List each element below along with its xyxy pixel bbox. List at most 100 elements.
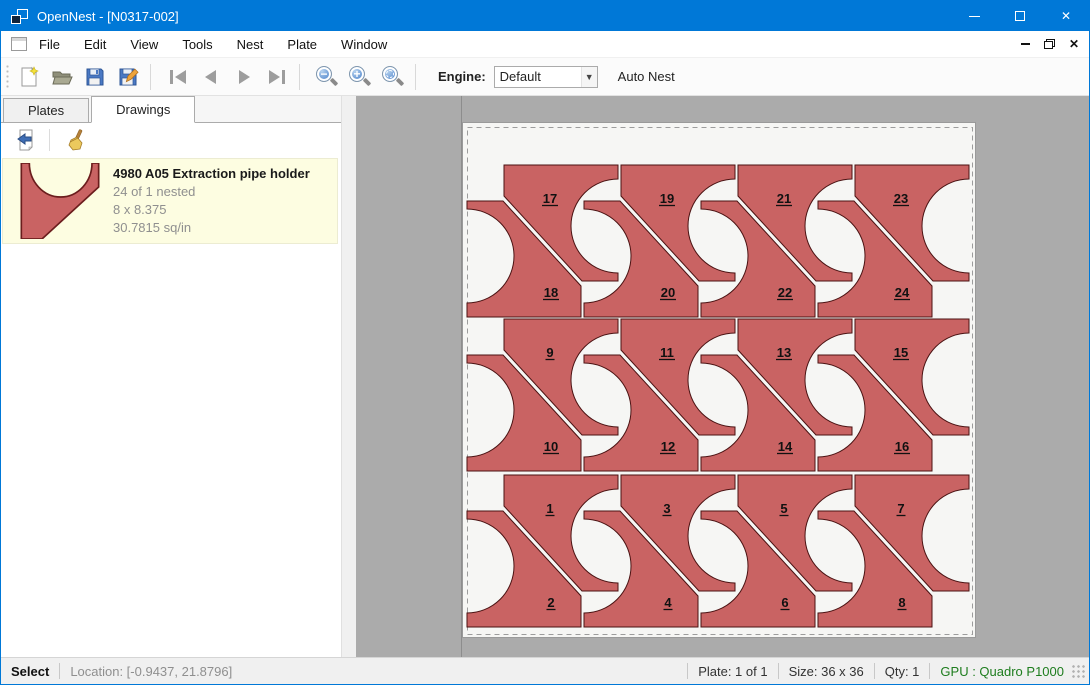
status-bar: Select Location: [-0.9437, 21.8796] Plat… xyxy=(1,657,1089,684)
zoom-in-icon: + xyxy=(348,65,372,89)
nav-first-icon xyxy=(167,66,189,88)
clean-icon xyxy=(64,129,86,151)
zoom-in-button[interactable]: + xyxy=(346,63,374,91)
status-gpu: GPU : Quadro P1000 xyxy=(940,664,1064,679)
nav-prev-button[interactable] xyxy=(197,63,225,91)
part-number-label: 5 xyxy=(780,501,787,516)
menu-bar: File Edit View Tools Nest Plate Window ✕ xyxy=(1,31,1089,58)
nav-prev-icon xyxy=(200,66,222,88)
part-number-label: 18 xyxy=(544,285,558,300)
part-number-label: 20 xyxy=(661,285,675,300)
drawing-nested-count: 24 of 1 nested xyxy=(113,184,310,199)
save-as-icon xyxy=(117,66,139,88)
engine-value: Default xyxy=(495,69,581,84)
import-drawing-button[interactable] xyxy=(13,127,39,153)
status-size: Size: 36 x 36 xyxy=(789,664,864,679)
engine-label: Engine: xyxy=(438,69,486,84)
part-number-label: 19 xyxy=(660,191,674,206)
open-file-button[interactable] xyxy=(48,63,76,91)
drawing-title: 4980 A05 Extraction pipe holder xyxy=(113,166,310,181)
clean-button[interactable] xyxy=(62,127,88,153)
plate[interactable]: 182022241719212310121416911131524681357 xyxy=(462,122,976,638)
part-number-label: 7 xyxy=(897,501,904,516)
nav-first-button[interactable] xyxy=(164,63,192,91)
tab-drawings[interactable]: Drawings xyxy=(91,96,195,123)
new-file-icon xyxy=(18,66,40,88)
part-number-label: 16 xyxy=(895,439,909,454)
nav-last-icon xyxy=(266,66,288,88)
part-number-label: 22 xyxy=(778,285,792,300)
drawing-size: 8 x 8.375 xyxy=(113,202,310,217)
zoom-out-icon: − xyxy=(315,65,339,89)
title-bar: OpenNest - [N0317-002] ✕ xyxy=(1,1,1089,31)
menu-tools[interactable]: Tools xyxy=(170,31,224,57)
part-number-label: 2 xyxy=(547,595,554,610)
menu-window[interactable]: Window xyxy=(329,31,399,57)
menu-plate[interactable]: Plate xyxy=(275,31,329,57)
part-number-label: 9 xyxy=(546,345,553,360)
engine-select[interactable]: Default ▼ xyxy=(494,66,598,88)
resize-grip[interactable] xyxy=(1072,665,1086,679)
part-number-label: 8 xyxy=(898,595,905,610)
part-number-label: 14 xyxy=(778,439,793,454)
close-button[interactable]: ✕ xyxy=(1043,1,1089,31)
part-number-label: 4 xyxy=(664,595,672,610)
menu-view[interactable]: View xyxy=(118,31,170,57)
app-mdi-icon xyxy=(11,9,28,24)
mdi-restore-icon[interactable] xyxy=(1044,39,1055,49)
zoom-fit-button[interactable] xyxy=(379,63,407,91)
drawing-thumbnail xyxy=(17,163,103,239)
panel-splitter[interactable] xyxy=(341,96,356,659)
menu-nest[interactable]: Nest xyxy=(225,31,276,57)
part-number-label: 21 xyxy=(777,191,791,206)
part-number-label: 6 xyxy=(781,595,788,610)
new-file-button[interactable] xyxy=(15,63,43,91)
nav-last-button[interactable] xyxy=(263,63,291,91)
part-number-label: 24 xyxy=(895,285,910,300)
mdi-minimize-icon[interactable] xyxy=(1021,43,1030,45)
save-button[interactable] xyxy=(81,63,109,91)
part-number-label: 13 xyxy=(777,345,791,360)
part-number-label: 11 xyxy=(660,345,674,360)
panel-tabstrip: Plates Drawings xyxy=(1,96,341,123)
menu-edit[interactable]: Edit xyxy=(72,31,118,57)
part-number-label: 10 xyxy=(544,439,558,454)
maximize-button[interactable] xyxy=(997,1,1043,31)
status-mode: Select xyxy=(11,664,49,679)
mdi-child-icon[interactable] xyxy=(11,37,27,51)
zoom-out-button[interactable]: − xyxy=(313,63,341,91)
tab-plates[interactable]: Plates xyxy=(3,98,89,122)
open-folder-icon xyxy=(51,66,73,88)
zoom-fit-icon xyxy=(381,65,405,89)
drawings-toolbar xyxy=(1,124,341,155)
drawing-area: 30.7815 sq/in xyxy=(113,220,310,235)
nested-parts: 182022241719212310121416911131524681357 xyxy=(463,123,977,639)
save-as-button[interactable] xyxy=(114,63,142,91)
window-title: OpenNest - [N0317-002] xyxy=(37,9,179,24)
save-icon xyxy=(84,66,106,88)
nav-next-icon xyxy=(233,66,255,88)
left-panel: Plates Drawings xyxy=(1,96,341,659)
auto-nest-button[interactable]: Auto Nest xyxy=(612,66,681,87)
drawing-list-item[interactable]: 4980 A05 Extraction pipe holder 24 of 1 … xyxy=(2,158,338,244)
minimize-button[interactable] xyxy=(951,1,997,31)
main-toolbar: − + Engine: Default ▼ Auto Nest xyxy=(1,58,1089,96)
app-window: OpenNest - [N0317-002] ✕ File Edit View … xyxy=(0,0,1090,685)
part-number-label: 15 xyxy=(894,345,908,360)
chevron-down-icon[interactable]: ▼ xyxy=(581,67,597,87)
status-qty: Qty: 1 xyxy=(885,664,920,679)
part-number-label: 1 xyxy=(546,501,553,516)
part-number-label: 23 xyxy=(894,191,908,206)
menu-file[interactable]: File xyxy=(27,31,72,57)
import-drawing-icon xyxy=(15,129,37,151)
nest-canvas[interactable]: 182022241719212310121416911131524681357 xyxy=(356,96,1090,659)
part-number-label: 12 xyxy=(661,439,675,454)
status-plate: Plate: 1 of 1 xyxy=(698,664,767,679)
part-number-label: 17 xyxy=(543,191,557,206)
mdi-close-icon[interactable]: ✕ xyxy=(1069,37,1079,51)
status-location: Location: [-0.9437, 21.8796] xyxy=(70,664,232,679)
toolbar-grip[interactable] xyxy=(5,64,10,90)
nav-next-button[interactable] xyxy=(230,63,258,91)
part-number-label: 3 xyxy=(663,501,670,516)
main-area: Plates Drawings xyxy=(1,96,1089,659)
